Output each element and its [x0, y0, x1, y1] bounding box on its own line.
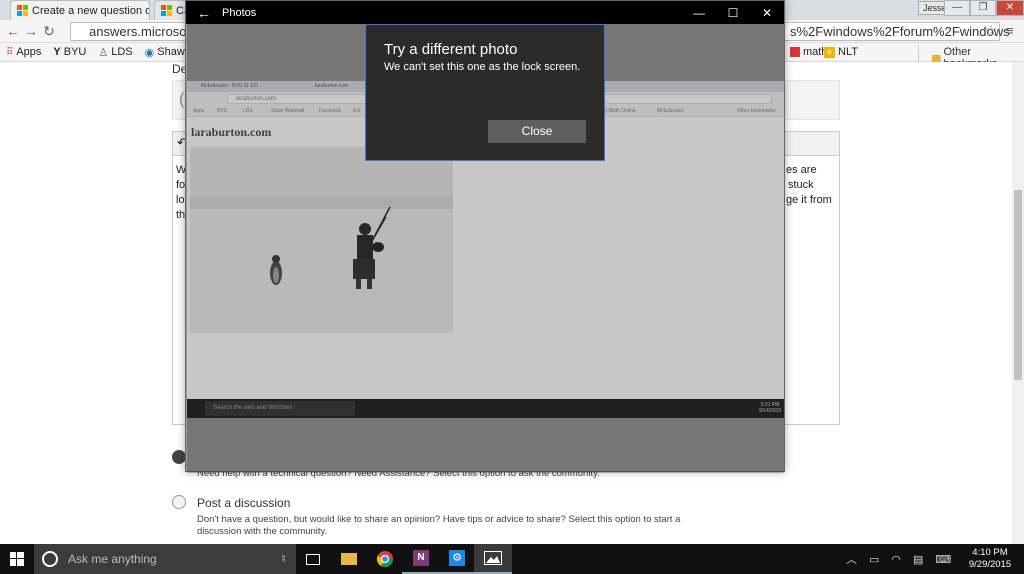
preview-bookmark: MyEducator	[657, 108, 684, 114]
preview-bookmark: LDS	[243, 108, 253, 114]
preview-bookmark: Facebook	[319, 108, 341, 114]
preview-photo	[190, 147, 453, 333]
preview-bookmark: BYU	[217, 108, 228, 114]
radio-ask-question[interactable]	[172, 450, 186, 464]
microsoft-logo-icon	[17, 5, 28, 16]
editor-line: es are	[786, 164, 817, 176]
file-explorer-icon[interactable]	[330, 544, 368, 574]
preview-bookmark: Ent	[353, 108, 361, 114]
math-icon	[790, 47, 800, 57]
browser-tab-active[interactable]: Create a new question or ✕	[10, 0, 150, 20]
browser-window-controls: — ❐ ✕	[944, 0, 1024, 18]
back-arrow-icon[interactable]: ←	[186, 5, 222, 21]
keyboard-icon[interactable]: ⌨	[935, 553, 951, 566]
close-button[interactable]: Close	[488, 120, 586, 143]
bookmark-star-icon[interactable]: ☆	[984, 21, 997, 39]
windows-taskbar: Ask me anything ♮ N ⚙ ︿ ▭ ◠ ▤ ⌨ 4:10 PM …	[0, 544, 1024, 574]
bookmark-math[interactable]: math	[790, 46, 827, 58]
photos-title: Photos	[222, 6, 257, 19]
nlt-icon: ✳	[824, 46, 835, 58]
bookmark-label: Apps	[16, 46, 42, 58]
microsoft-logo-icon	[161, 5, 172, 16]
preview-taskbar-search: Search the web and Windows	[205, 401, 355, 416]
preview-clock: 5:21 PM 9/14/2015	[759, 402, 782, 414]
bookmark-label: NLT	[838, 46, 858, 58]
forward-icon[interactable]: →	[22, 23, 40, 39]
back-icon[interactable]: ←	[4, 23, 22, 39]
address-text: answers.microsoft	[89, 24, 194, 39]
system-tray: ︿ ▭ ◠ ▤ ⌨	[846, 544, 951, 574]
photos-titlebar: ← Photos — ☐ ✕	[186, 1, 784, 24]
bookmark-label: LDS	[111, 46, 133, 58]
clock-date: 9/29/2015	[968, 559, 1012, 570]
apps-grid-icon: ⠿	[6, 46, 14, 58]
editor-line: stuck	[788, 179, 814, 191]
page-scrollbar[interactable]	[1012, 62, 1024, 544]
minimize-icon[interactable]: —	[682, 6, 716, 20]
penguin-piper-photo	[190, 147, 453, 333]
photos-app-icon[interactable]	[474, 544, 512, 574]
bookmark-nlt[interactable]: ✳ NLT	[824, 46, 858, 58]
battery-icon[interactable]: ▭	[869, 553, 879, 566]
maximize-icon[interactable]: ☐	[716, 6, 750, 20]
dialog-title: Try a different photo	[384, 41, 518, 58]
reload-icon[interactable]: ↻	[40, 23, 58, 40]
bookmark-label: BYU	[63, 46, 87, 58]
preview-bookmark: Apps	[193, 108, 205, 114]
address-text-tail: s%2Fwindows%2Fforum%2Fwindows	[790, 24, 1010, 39]
preview-site-title: laraburton.com	[191, 125, 272, 139]
bookmarks-divider	[918, 45, 919, 61]
menu-icon[interactable]: ≡	[1006, 23, 1014, 38]
dialog-message: We can't set this one as the lock screen…	[384, 61, 581, 73]
clock-time: 4:10 PM	[972, 547, 1008, 558]
cortana-search-box[interactable]: Ask me anything ♮	[34, 544, 296, 574]
windows-start-icon[interactable]	[10, 552, 24, 566]
preview-taskbar: Search the web and Windows 5:21 PM 9/14/…	[187, 399, 784, 418]
lockscreen-error-dialog: Try a different photo We can't set this …	[365, 24, 605, 161]
onenote-icon[interactable]: N	[402, 544, 440, 574]
byu-icon: Y	[53, 46, 61, 58]
preview-bookmark: Shaw Webmail	[271, 108, 305, 114]
title-field-icon: (	[179, 91, 185, 108]
restore-button[interactable]: ❐	[970, 0, 996, 16]
preview-bookmark: Other bookmarks	[737, 108, 776, 114]
shaw-icon: ◉	[144, 46, 155, 59]
discussion-label[interactable]: Post a discussion	[197, 496, 290, 510]
bookmark-byu[interactable]: Y BYU	[53, 46, 86, 58]
show-hidden-icons-icon[interactable]: ︿	[846, 551, 857, 567]
close-icon[interactable]: ✕	[750, 6, 784, 20]
editor-text-right: es are stuck ge it from	[786, 163, 832, 208]
taskbar-clock[interactable]: 4:10 PM 9/29/2015	[960, 547, 1020, 571]
search-placeholder: Ask me anything	[68, 552, 157, 566]
minimize-button[interactable]: —	[944, 0, 970, 16]
action-center-icon[interactable]: ▤	[913, 553, 923, 566]
lds-icon: ♙	[98, 46, 109, 59]
radio-post-discussion[interactable]	[172, 495, 186, 509]
chrome-icon[interactable]	[366, 544, 404, 574]
tab-label: Create a new question or	[32, 4, 150, 17]
bookmark-apps[interactable]: ⠿ Apps	[6, 46, 41, 58]
settings-icon[interactable]: ⚙	[438, 544, 476, 574]
preview-tab: MyEducator - BYU IS 110	[201, 83, 258, 89]
close-button[interactable]: ✕	[996, 0, 1024, 16]
microphone-icon[interactable]: ♮	[281, 551, 286, 567]
wifi-icon[interactable]: ◠	[891, 553, 901, 566]
preview-tab: laraburton.com	[315, 83, 349, 89]
page-scrollbar-thumb[interactable]	[1014, 190, 1022, 380]
cortana-icon	[42, 551, 58, 567]
editor-line: ge it from	[786, 194, 832, 206]
bookmark-lds[interactable]: ♙ LDS	[98, 46, 132, 59]
discussion-help-text: Don't have a question, but would like to…	[197, 514, 681, 537]
task-view-icon[interactable]	[294, 544, 332, 574]
